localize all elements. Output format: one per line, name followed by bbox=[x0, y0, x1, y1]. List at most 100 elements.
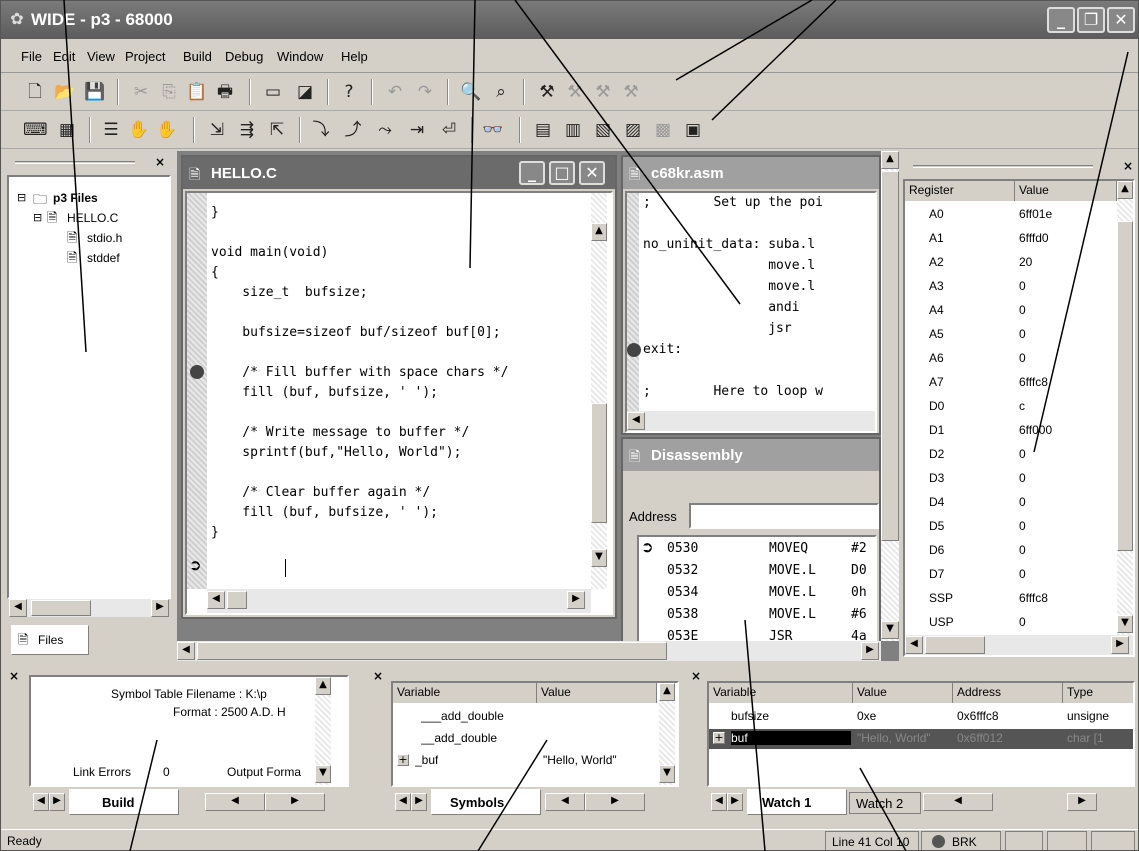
symbol-row[interactable]: + _buf "Hello, World" bbox=[393, 751, 657, 771]
build-vscrollbar[interactable]: ▲ ▼ bbox=[315, 677, 331, 785]
tab-watch-1[interactable]: Watch 1 bbox=[747, 789, 847, 815]
collapse-icon[interactable]: ⊟ bbox=[33, 211, 42, 224]
cut-icon[interactable]: ✂ bbox=[129, 80, 153, 104]
expand-icon[interactable]: + bbox=[397, 754, 409, 766]
disasm-icon[interactable]: ▧ bbox=[591, 118, 615, 142]
title-bar[interactable]: ✿ WIDE - p3 - 68000 _ ❐ ✕ bbox=[1, 1, 1138, 39]
view-icon[interactable]: ◪ bbox=[293, 80, 317, 104]
copy-icon[interactable]: ⎘ bbox=[157, 80, 181, 104]
hand-stop-icon[interactable]: ✋ bbox=[155, 118, 179, 142]
list-icon[interactable]: ☰ bbox=[99, 118, 123, 142]
watch-variable-header[interactable]: Variable bbox=[709, 683, 853, 703]
breakpoint-icon[interactable] bbox=[627, 343, 641, 357]
new-file-icon[interactable]: 🗋 bbox=[23, 80, 47, 104]
restore-button[interactable]: ❐ bbox=[1077, 7, 1105, 33]
tab-symbols[interactable]: Symbols bbox=[431, 789, 541, 815]
stop-build-icon[interactable]: ⚒ bbox=[619, 80, 643, 104]
value-header[interactable]: Value bbox=[1015, 181, 1117, 201]
menu-build[interactable]: Build bbox=[183, 49, 212, 64]
editor-titlebar[interactable]: 🗎 HELLO.C _ □ ✕ bbox=[183, 157, 615, 189]
menu-file[interactable]: File bbox=[21, 49, 42, 64]
editor-gutter[interactable] bbox=[187, 193, 207, 589]
editor-code[interactable]: } void main(void) { size_t bufsize; bufsiz… bbox=[211, 203, 591, 543]
memory-icon[interactable]: ▥ bbox=[561, 118, 585, 142]
collapse-icon[interactable]: ⊟ bbox=[17, 191, 26, 204]
minimize-button[interactable]: _ bbox=[1047, 7, 1075, 33]
address-input[interactable] bbox=[689, 503, 879, 529]
menu-help[interactable]: Help bbox=[341, 49, 368, 64]
editor-minimize-button[interactable]: _ bbox=[519, 161, 545, 185]
breakpoint-icon[interactable] bbox=[190, 365, 204, 379]
asm-gutter[interactable] bbox=[627, 193, 639, 411]
register-row[interactable]: SSP 6fffc8 bbox=[905, 589, 1115, 611]
tree-item-stdio[interactable]: stdio.h bbox=[87, 231, 167, 245]
asm-code[interactable]: ; Set up the poi no_uninit_data: suba.l m… bbox=[643, 193, 875, 403]
save-icon[interactable]: 💾 bbox=[83, 80, 107, 104]
variable-header[interactable]: Variable bbox=[393, 683, 537, 703]
register-row[interactable]: A1 6fffd0 bbox=[905, 229, 1115, 251]
register-row[interactable]: A0 6ff01e bbox=[905, 205, 1115, 227]
step-out-icon[interactable]: ⇱ bbox=[265, 118, 289, 142]
menu-debug[interactable]: Debug bbox=[225, 49, 263, 64]
find-replace-icon[interactable]: ⌕ bbox=[489, 80, 513, 104]
close-pane-icon[interactable]: × bbox=[691, 669, 701, 683]
disasm-row[interactable]: 0538 MOVE.L #6 bbox=[639, 605, 875, 625]
editor-maximize-button[interactable]: □ bbox=[549, 161, 575, 185]
tree-item-stddef[interactable]: stddef bbox=[87, 251, 167, 265]
step-over-icon[interactable]: ⇶ bbox=[235, 118, 259, 142]
register-row[interactable]: D5 0 bbox=[905, 517, 1115, 539]
disasm-row[interactable]: 0534 MOVE.L 0h bbox=[639, 583, 875, 603]
watch-row[interactable]: + buf "Hello, World" 0x6ff012 char [1 bbox=[709, 729, 1133, 749]
register-row[interactable]: D2 0 bbox=[905, 445, 1115, 467]
register-row[interactable]: D4 0 bbox=[905, 493, 1115, 515]
redo-icon[interactable]: ↷ bbox=[413, 80, 437, 104]
close-button[interactable]: ✕ bbox=[1107, 7, 1135, 33]
tree-item-hello[interactable]: HELLO.C bbox=[67, 211, 118, 225]
editor-vscrollbar[interactable]: ▲ ▼ bbox=[591, 193, 607, 589]
watch-icon[interactable]: 👓 bbox=[481, 118, 505, 142]
expand-icon[interactable]: + bbox=[713, 732, 725, 744]
build-output[interactable]: Symbol Table Filename : K:\p Format : 25… bbox=[29, 675, 349, 787]
asm-titlebar[interactable]: 🗎 c68kr.asm bbox=[623, 157, 879, 189]
menu-edit[interactable]: Edit bbox=[53, 49, 75, 64]
editor-close-button[interactable]: ✕ bbox=[579, 161, 605, 185]
editor-hscrollbar[interactable]: ◀ ▶ bbox=[207, 589, 591, 613]
hand-icon[interactable]: ✋ bbox=[127, 118, 151, 142]
asm-content[interactable]: ; Set up the poi no_uninit_data: suba.l m… bbox=[625, 191, 877, 433]
menu-project[interactable]: Project bbox=[125, 49, 165, 64]
undo-icon[interactable]: ↶ bbox=[383, 80, 407, 104]
register-row[interactable]: D7 0 bbox=[905, 565, 1115, 587]
print-icon[interactable]: 🖶 bbox=[213, 80, 237, 104]
project-root[interactable]: p3 Files bbox=[53, 191, 98, 205]
register-row[interactable]: D0 c bbox=[905, 397, 1115, 419]
menu-window[interactable]: Window bbox=[277, 49, 323, 64]
register-row[interactable]: A5 0 bbox=[905, 325, 1115, 347]
register-row[interactable]: A6 0 bbox=[905, 349, 1115, 371]
disasm-row[interactable]: 0532 MOVE.L D0 bbox=[639, 561, 875, 581]
register-row[interactable]: D3 0 bbox=[905, 469, 1115, 491]
mdi-vscrollbar[interactable]: ▲ ▼ bbox=[881, 151, 899, 641]
help-icon[interactable]: ? bbox=[337, 80, 361, 104]
tab-build[interactable]: Build bbox=[69, 789, 179, 815]
watch-value-header[interactable]: Value bbox=[853, 683, 953, 703]
close-pane-icon[interactable]: × bbox=[9, 669, 19, 683]
app-icon[interactable]: ✿ bbox=[7, 9, 27, 29]
run-to-icon[interactable]: ⤳ bbox=[373, 118, 397, 142]
symbol-row[interactable]: __add_double bbox=[393, 729, 657, 749]
close-pane-icon[interactable]: × bbox=[373, 669, 383, 683]
register-row[interactable]: A3 0 bbox=[905, 277, 1115, 299]
cursor-icon[interactable]: ⇥ bbox=[405, 118, 429, 142]
compile-icon[interactable]: ⚒ bbox=[535, 80, 559, 104]
symbols-icon[interactable]: ▣ bbox=[681, 118, 705, 142]
symbol-row[interactable]: ___add_double bbox=[393, 707, 657, 727]
paste-icon[interactable]: 📋 bbox=[185, 80, 209, 104]
step-into-icon[interactable]: ⤵ bbox=[309, 118, 333, 142]
register-row[interactable]: A7 6fffc8 bbox=[905, 373, 1115, 395]
build-icon[interactable]: ⚒ bbox=[563, 80, 587, 104]
close-pane-icon[interactable]: × bbox=[155, 155, 165, 169]
watch-row[interactable]: bufsize 0xe 0x6fffc8 unsigne bbox=[709, 707, 1133, 727]
find-icon[interactable]: 🔍 bbox=[459, 80, 483, 104]
step-icon[interactable]: ⇲ bbox=[205, 118, 229, 142]
register-header[interactable]: Register bbox=[905, 181, 1015, 201]
variables-icon[interactable]: ▨ bbox=[621, 118, 645, 142]
